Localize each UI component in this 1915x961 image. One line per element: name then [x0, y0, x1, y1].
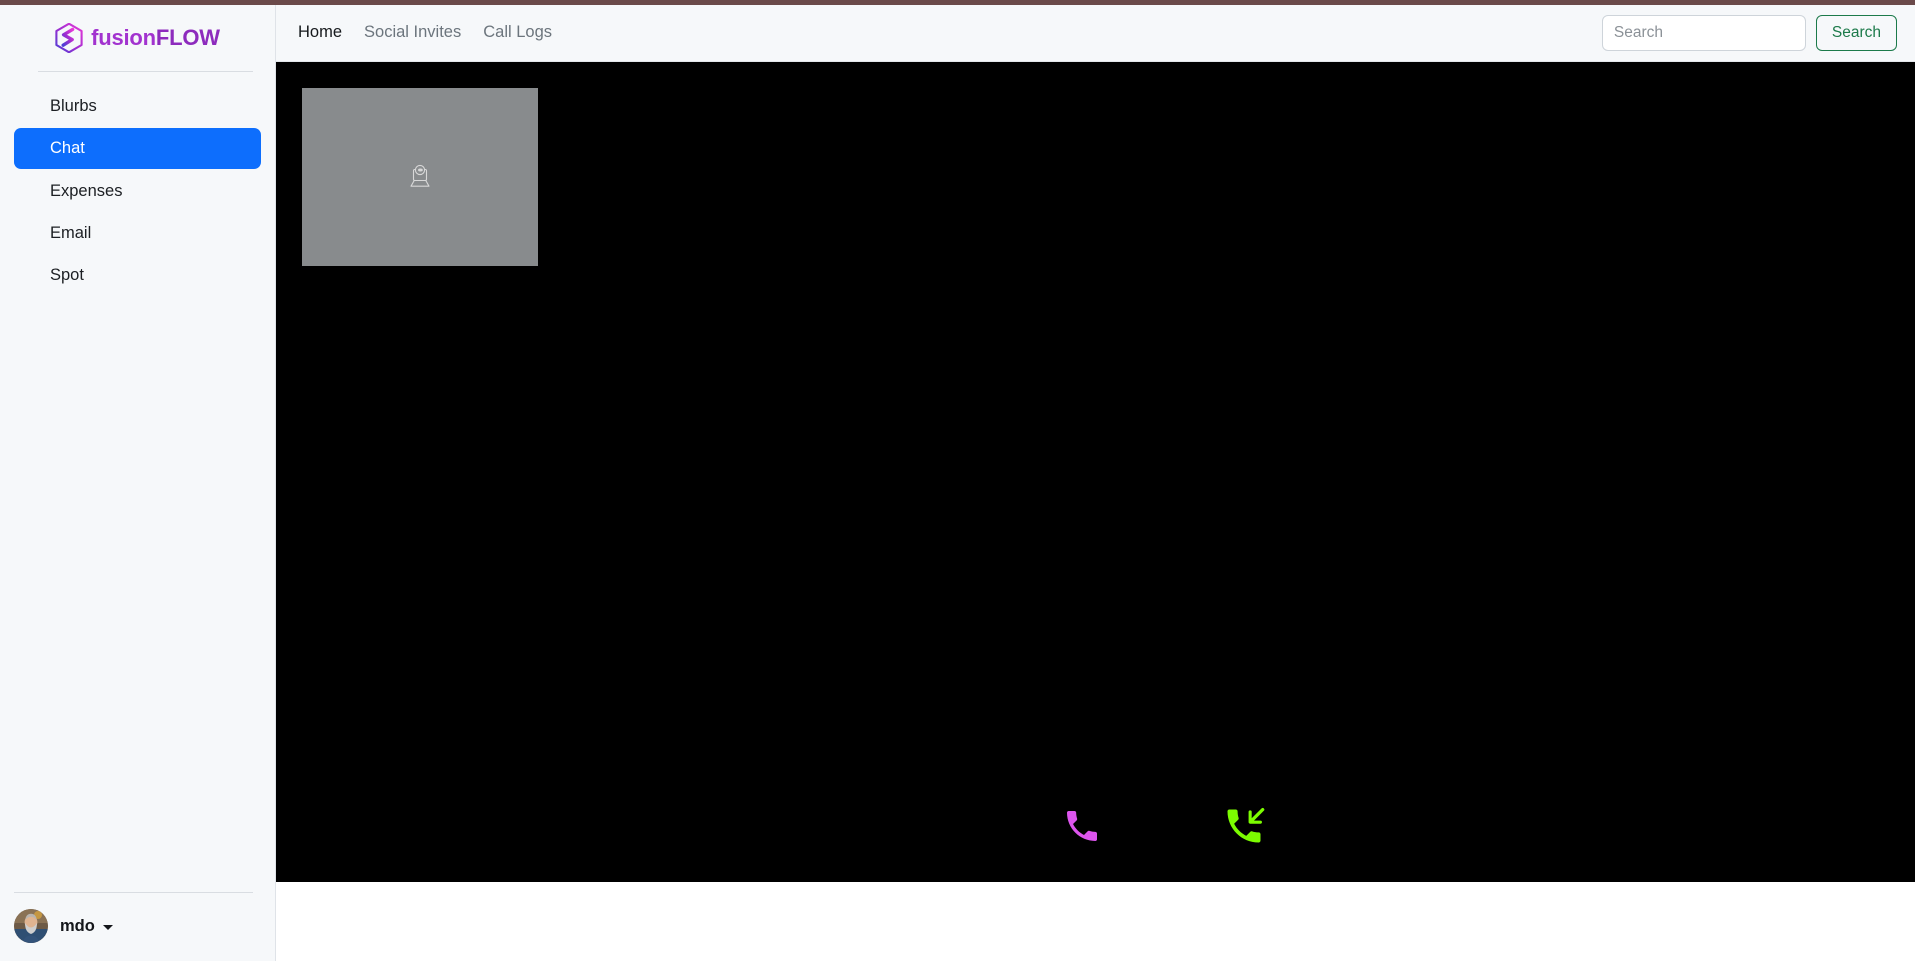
sidebar-item-blurbs-wrap: Blurbs [14, 86, 261, 126]
content-column: Home Social Invites Call Logs Search [276, 5, 1915, 961]
user-name: mdo [60, 916, 95, 935]
incoming-call-button[interactable] [1222, 804, 1266, 848]
page-footer [276, 882, 1915, 961]
cube-logo-icon [55, 22, 83, 54]
sidebar: fusionFLOW Blurbs Chat Expenses Email Sp… [0, 5, 276, 961]
tab-call-logs[interactable]: Call Logs [483, 23, 552, 41]
top-navbar: Home Social Invites Call Logs Search [276, 5, 1915, 62]
webcam-icon [405, 162, 435, 192]
sidebar-item-spot-wrap: Spot [14, 255, 261, 295]
top-accent-strip [0, 0, 1915, 5]
hangup-call-button[interactable] [1062, 806, 1102, 846]
sidebar-item-expenses-wrap: Expenses [14, 171, 261, 211]
tab-home-wrap: Home [298, 24, 342, 42]
search-button[interactable]: Search [1815, 15, 1897, 51]
avatar [14, 909, 48, 943]
tab-call-logs-wrap: Call Logs [483, 24, 552, 42]
user-menu-trigger[interactable]: mdo [0, 893, 275, 961]
phone-icon [1062, 806, 1102, 846]
sidebar-item-spot[interactable]: Spot [14, 255, 261, 295]
call-controls-bar [276, 804, 1915, 848]
sidebar-item-label: Spot [50, 266, 84, 285]
sidebar-item-blurbs[interactable]: Blurbs [14, 86, 261, 126]
tab-social-invites[interactable]: Social Invites [364, 23, 461, 41]
brand-text-fusion: fusion [91, 25, 156, 50]
sidebar-item-label: Blurbs [50, 97, 97, 115]
sidebar-item-email[interactable]: Email [14, 213, 261, 253]
tab-home[interactable]: Home [298, 23, 342, 41]
sidebar-item-expenses[interactable]: Expenses [14, 171, 261, 211]
brand-text: fusionFLOW [91, 27, 220, 49]
search-form: Search [1601, 15, 1897, 51]
sidebar-item-label: Chat [50, 139, 85, 158]
chevron-down-icon [102, 925, 113, 930]
sidebar-item-label: Email [50, 223, 92, 242]
sidebar-item-label: Expenses [50, 181, 123, 200]
sidebar-item-email-wrap: Email [14, 213, 261, 253]
brand-text-flow: FLOW [155, 25, 220, 50]
sidebar-nav-list: Blurbs Chat Expenses Email Spot [0, 72, 275, 297]
phone-incoming-icon [1222, 804, 1266, 848]
top-nav-links: Home Social Invites Call Logs [298, 24, 552, 42]
sidebar-item-chat[interactable]: Chat [14, 128, 261, 169]
video-call-stage [276, 62, 1915, 882]
page-root: fusionFLOW Blurbs Chat Expenses Email Sp… [0, 5, 1915, 961]
brand-logo-link[interactable]: fusionFLOW [55, 22, 220, 54]
search-input[interactable] [1601, 15, 1806, 51]
sidebar-item-chat-wrap: Chat [14, 128, 261, 169]
local-video-preview[interactable] [302, 88, 538, 266]
tab-social-invites-wrap: Social Invites [364, 24, 461, 42]
brand-container: fusionFLOW [0, 5, 275, 71]
